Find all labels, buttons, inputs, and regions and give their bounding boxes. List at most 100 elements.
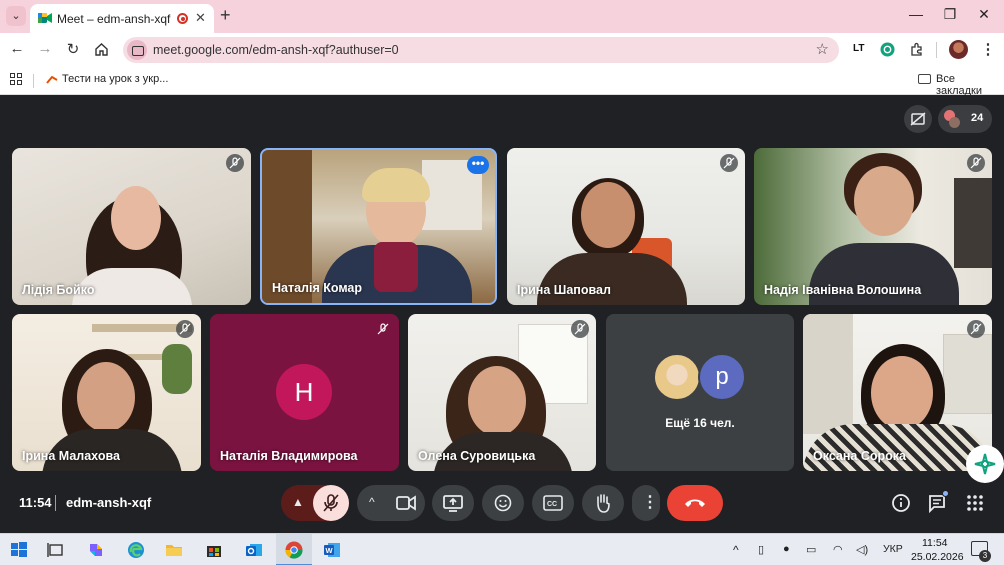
- more-vert-icon: ⋮: [642, 494, 658, 511]
- raise-hand-button[interactable]: [582, 485, 624, 521]
- participant-name: Ірина Малахова: [22, 449, 120, 463]
- bookmark-favicon-icon: [46, 75, 58, 84]
- present-screen-button[interactable]: [432, 485, 474, 521]
- reload-icon[interactable]: ↻: [64, 40, 82, 58]
- participant-tile[interactable]: Н Наталія Владимирова: [210, 314, 399, 471]
- browser-toolbar: ← → ↻ meet.google.com/edm-ansh-xqf?authu…: [0, 33, 1004, 66]
- people-button[interactable]: 24: [938, 105, 992, 133]
- forward-icon[interactable]: →: [36, 40, 54, 57]
- participant-tile[interactable]: Оксана Сорока: [803, 314, 992, 471]
- participant-face: [468, 366, 526, 436]
- volume-icon[interactable]: ◁): [856, 543, 868, 556]
- background-plant: [162, 344, 192, 394]
- chrome-icon[interactable]: [284, 540, 304, 560]
- others-tile[interactable]: р Ещё 16 чел.: [606, 314, 794, 471]
- audio-options-chevron-icon[interactable]: ▲: [292, 495, 304, 509]
- outlook-icon[interactable]: [244, 540, 264, 560]
- meeting-details-button[interactable]: [886, 488, 916, 518]
- activities-button[interactable]: [960, 488, 990, 518]
- emoji-icon: [494, 494, 512, 512]
- microphone-control[interactable]: ▲: [281, 485, 349, 521]
- participant-tile[interactable]: Лідія Бойко: [12, 148, 251, 305]
- taskbar-clock-time[interactable]: 11:54: [922, 537, 948, 549]
- microsoft-store-icon[interactable]: [204, 540, 224, 560]
- more-options-icon[interactable]: •••: [467, 156, 489, 174]
- participant-clothing: [803, 424, 992, 471]
- back-icon[interactable]: ←: [8, 40, 26, 57]
- chatgpt-extension-icon[interactable]: [880, 42, 895, 57]
- participant-tile[interactable]: Надія Іванівна Волошина: [754, 148, 992, 305]
- participant-count: 24: [971, 112, 984, 124]
- more-options-button[interactable]: ⋮: [632, 485, 660, 521]
- mic-toggle-button[interactable]: [313, 485, 349, 521]
- close-window-icon[interactable]: ✕: [974, 6, 994, 23]
- battery-icon[interactable]: ▭: [806, 543, 816, 556]
- participant-tile[interactable]: Ірина Шаповал: [507, 148, 745, 305]
- hang-up-icon: [685, 499, 705, 507]
- wifi-icon[interactable]: ◠: [833, 543, 843, 556]
- browser-tab-meet[interactable]: Meet – edm-ansh-xqf ✕: [30, 4, 214, 33]
- taskbar-clock-date[interactable]: 25.02.2026: [911, 551, 964, 563]
- extensions-puzzle-icon[interactable]: [909, 42, 924, 57]
- bookmarks-divider: [33, 74, 34, 88]
- participant-face: [77, 362, 135, 432]
- captions-button[interactable]: CC: [532, 485, 574, 521]
- camera-icon[interactable]: [396, 495, 416, 511]
- word-icon[interactable]: W: [322, 540, 342, 560]
- copilot-icon[interactable]: [86, 540, 106, 560]
- mic-off-icon: [374, 320, 392, 338]
- reactions-button[interactable]: [482, 485, 524, 521]
- file-explorer-icon[interactable]: [164, 540, 184, 560]
- languagetool-extension-icon[interactable]: LT: [853, 43, 864, 54]
- browser-tab-bar: ⌄ Meet – edm-ansh-xqf ✕ + — ❐ ✕: [0, 0, 1004, 33]
- microphone-tray-icon[interactable]: ●: [783, 543, 790, 555]
- mic-off-icon: [967, 320, 985, 338]
- gemini-button[interactable]: [966, 445, 1004, 483]
- minimize-window-icon[interactable]: —: [906, 6, 926, 22]
- hide-self-view-button[interactable]: [904, 105, 932, 133]
- windows-start-icon[interactable]: [9, 540, 29, 560]
- site-info-icon[interactable]: [127, 40, 147, 60]
- background-window: [803, 314, 853, 434]
- participant-clothing: [537, 253, 687, 305]
- mic-off-icon: [571, 320, 589, 338]
- edge-browser-icon[interactable]: [126, 540, 146, 560]
- new-tab-button[interactable]: +: [220, 6, 231, 24]
- participant-name: Наталія Комар: [272, 281, 363, 295]
- tab-close-icon[interactable]: ✕: [195, 10, 206, 26]
- participant-name: Олена Суровицька: [418, 449, 536, 463]
- raise-hand-icon: [597, 494, 610, 513]
- mic-off-icon: [176, 320, 194, 338]
- notification-count: 3: [979, 550, 991, 562]
- present-screen-icon: [443, 495, 463, 512]
- all-bookmarks-link[interactable]: Все закладки: [936, 73, 1004, 97]
- tab-search-chevron-icon[interactable]: ⌄: [6, 6, 26, 26]
- apps-grid-icon[interactable]: [10, 73, 22, 85]
- url-text[interactable]: meet.google.com/edm-ansh-xqf?authuser=0: [153, 43, 399, 57]
- home-icon[interactable]: [94, 42, 109, 57]
- participant-tile[interactable]: Ірина Малахова: [12, 314, 201, 471]
- input-language[interactable]: УКР: [883, 543, 903, 555]
- others-avatar-photo: [653, 353, 701, 401]
- recording-indicator-icon: [177, 13, 188, 24]
- participant-tile-active[interactable]: ••• Наталія Комар: [260, 148, 497, 305]
- video-options-chevron-icon[interactable]: ^: [369, 495, 375, 509]
- address-bar[interactable]: meet.google.com/edm-ansh-xqf?authuser=0 …: [123, 37, 839, 63]
- participant-name: Ірина Шаповал: [517, 283, 611, 297]
- task-view-icon[interactable]: [46, 540, 66, 560]
- participant-tile[interactable]: Олена Суровицька: [408, 314, 596, 471]
- profile-avatar[interactable]: [949, 40, 968, 59]
- bookmarks-bar: Тести на урок з укр... Все закладки: [0, 66, 1004, 97]
- browser-menu-icon[interactable]: ⋮: [979, 40, 997, 58]
- chat-button[interactable]: [922, 488, 952, 518]
- restore-window-icon[interactable]: ❐: [940, 6, 960, 23]
- phone-link-icon[interactable]: ▯: [758, 543, 764, 556]
- show-hidden-icons-chevron[interactable]: ^: [733, 543, 739, 557]
- meeting-time: 11:54: [19, 495, 52, 510]
- bookmark-star-icon[interactable]: ☆: [816, 40, 829, 58]
- gemini-icon: [974, 453, 996, 475]
- participant-hair: [362, 168, 430, 202]
- leave-call-button[interactable]: [667, 485, 723, 521]
- bookmark-item[interactable]: Тести на урок з укр...: [62, 73, 168, 85]
- camera-control[interactable]: ^: [357, 485, 425, 521]
